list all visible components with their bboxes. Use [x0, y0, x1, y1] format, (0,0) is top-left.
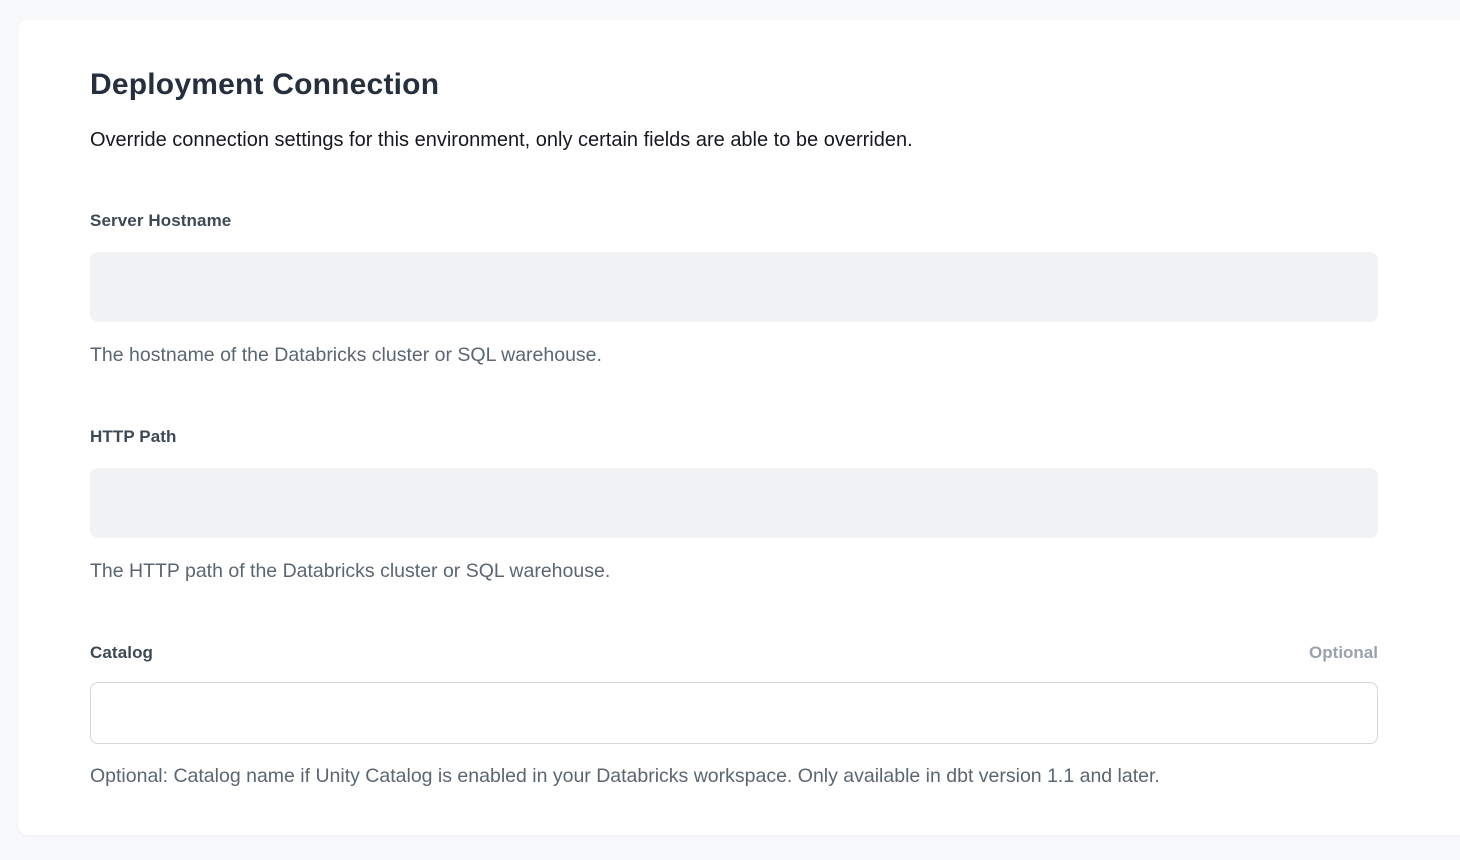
catalog-label-row: Catalog Optional: [90, 643, 1378, 663]
deployment-connection-panel: Deployment Connection Override connectio…: [18, 20, 1460, 835]
server-hostname-label-row: Server Hostname: [90, 211, 1378, 231]
panel-content: Deployment Connection Override connectio…: [18, 20, 1378, 790]
http-path-helper-text: The HTTP path of the Databricks cluster …: [90, 559, 1378, 584]
panel-description: Override connection settings for this en…: [90, 127, 1378, 153]
form-fields: Server Hostname The hostname of the Data…: [90, 211, 1378, 790]
server-hostname-field-group: Server Hostname The hostname of the Data…: [90, 211, 1378, 368]
server-hostname-helper-text: The hostname of the Databricks cluster o…: [90, 343, 1378, 368]
page-background: Deployment Connection Override connectio…: [0, 0, 1460, 860]
page-title: Deployment Connection: [90, 68, 1378, 103]
server-hostname-label: Server Hostname: [90, 211, 231, 231]
catalog-input[interactable]: [90, 682, 1378, 744]
catalog-helper-text: Optional: Catalog name if Unity Catalog …: [90, 764, 1378, 789]
server-hostname-input: [90, 252, 1378, 322]
http-path-label-row: HTTP Path: [90, 427, 1378, 447]
catalog-label: Catalog: [90, 643, 153, 663]
http-path-label: HTTP Path: [90, 427, 177, 447]
http-path-field-group: HTTP Path The HTTP path of the Databrick…: [90, 427, 1378, 584]
catalog-optional-badge: Optional: [1309, 643, 1378, 663]
catalog-field-group: Catalog Optional Optional: Catalog name …: [90, 643, 1378, 789]
http-path-input: [90, 468, 1378, 538]
